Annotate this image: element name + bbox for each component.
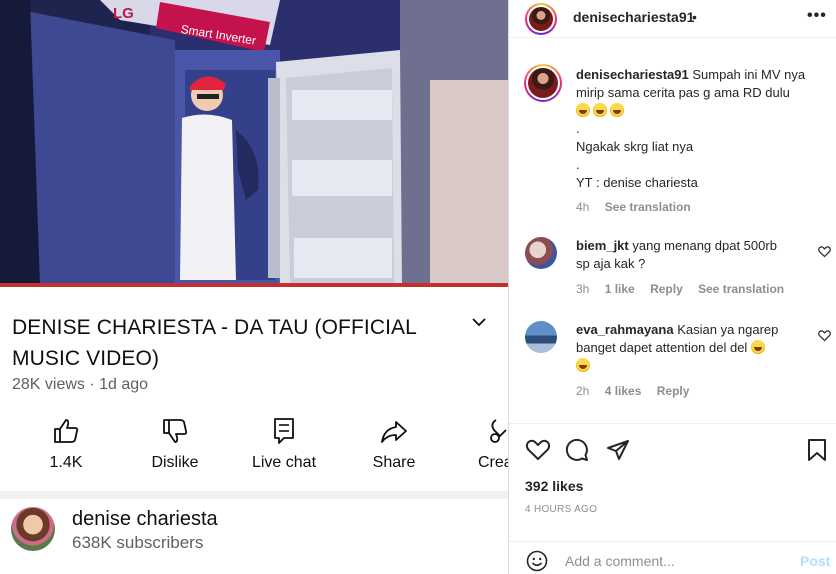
like-heart-icon[interactable] (525, 438, 551, 462)
video-meta: 28K views · 1d ago (12, 376, 149, 393)
post-timestamp: 4 HOURS AGO (525, 504, 598, 515)
thumbs-down-icon (163, 419, 188, 443)
laughing-emoji-icon (593, 103, 607, 117)
more-options-icon[interactable]: ••• (807, 7, 827, 25)
share-label: Share (372, 454, 416, 471)
like-count: 1.4K (49, 454, 83, 471)
video-progress-bar[interactable] (0, 283, 508, 287)
comment-2-line-2: banget dapet attention del del (576, 339, 768, 357)
create-icon (490, 419, 507, 443)
caption-avatar[interactable] (524, 64, 562, 102)
post-header: denisechariesta91 • ••• (509, 0, 836, 38)
action-bar: 1.4K Dislike Live chat Share Cre (0, 416, 508, 480)
caption-emojis (576, 102, 627, 120)
comment-2-line-1: eva_rahmayana Kasian ya ngarep (576, 321, 816, 339)
comment-text-2: banget dapet attention del del (576, 340, 748, 355)
post-actions (509, 423, 836, 473)
caption-text-1: Sumpah ini MV nya (692, 67, 806, 82)
comment-likes[interactable]: 4 likes (605, 384, 642, 398)
comment-input[interactable]: Add a comment... (565, 553, 675, 569)
heart-icon[interactable] (818, 329, 831, 342)
comment-time: 3h (576, 282, 590, 296)
dislike-label: Dislike (151, 454, 199, 471)
comment-2-emoji (576, 357, 593, 375)
comments-list: denisechariesta91 Sumpah ini MV nya miri… (509, 39, 836, 423)
create-button[interactable]: Crea (456, 416, 508, 472)
like-button[interactable]: 1.4K (16, 416, 116, 472)
bookmark-icon[interactable] (807, 438, 827, 462)
channel-name[interactable]: denise chariesta (72, 508, 218, 531)
comment-time: 2h (576, 384, 590, 398)
likes-count[interactable]: 392 likes (525, 478, 583, 494)
chevron-down-icon[interactable] (468, 314, 490, 332)
subscriber-count: 638K subscribers (72, 533, 204, 552)
caption-line-4: YT : denise chariesta (576, 175, 698, 190)
caption-meta: 4h See translation (576, 200, 703, 214)
channel-row[interactable]: denise chariesta 638K subscribers (0, 499, 508, 574)
comment-avatar[interactable] (525, 237, 557, 269)
laughing-emoji-icon (576, 103, 590, 117)
share-direct-icon[interactable] (606, 438, 630, 462)
section-divider (0, 491, 508, 499)
youtube-panel: LG Smart Inverter DENISE CHARIESTA - DA … (0, 0, 508, 574)
svg-text:LG: LG (113, 5, 134, 22)
comment-1-line-1: biem_jkt yang menang dpat 500rb (576, 237, 816, 255)
video-title: DENISE CHARIESTA - DA TAU (OFFICIAL MUSI… (12, 316, 417, 370)
caption-dot-2: . (576, 157, 580, 172)
instagram-panel: denisechariesta91 • ••• denisechariesta9… (508, 0, 836, 574)
channel-avatar[interactable] (11, 507, 55, 551)
caption-dot-1: . (576, 121, 580, 136)
share-button[interactable]: Share (344, 416, 444, 472)
reply-button[interactable]: Reply (650, 282, 683, 296)
caption-line-2: mirip sama cerita pas g ama RD dulu (576, 85, 790, 100)
comment-2-meta: 2h 4 likes Reply (576, 384, 701, 398)
header-dot: • (692, 9, 697, 25)
reply-button[interactable]: Reply (657, 384, 690, 398)
laughing-emoji-icon (750, 340, 765, 354)
comment-text: Kasian ya ngarep (677, 322, 779, 337)
live-chat-button[interactable]: Live chat (234, 416, 334, 472)
dislike-button[interactable]: Dislike (125, 416, 225, 472)
comment-username[interactable]: biem_jkt (576, 238, 629, 253)
video-frame: LG Smart Inverter (0, 0, 508, 287)
comment-1-line-2: sp aja kak ? (576, 256, 646, 271)
add-comment-bar: Add a comment... Post (509, 541, 836, 574)
thumbs-up-icon (54, 419, 79, 443)
laughing-emoji-icon (610, 103, 624, 117)
caption-username[interactable]: denisechariesta91 (576, 67, 689, 82)
heart-icon[interactable] (818, 245, 831, 258)
avatar[interactable] (525, 3, 557, 35)
see-translation-link[interactable]: See translation (605, 200, 691, 214)
emoji-picker-icon[interactable] (526, 550, 548, 572)
laughing-emoji-icon (576, 358, 590, 372)
comment-icon[interactable] (565, 438, 589, 462)
caption-time: 4h (576, 200, 590, 214)
comment-likes[interactable]: 1 like (605, 282, 635, 296)
header-username[interactable]: denisechariesta91 (573, 9, 694, 25)
caption-line-1: denisechariesta91 Sumpah ini MV nya (576, 66, 826, 84)
see-translation-link[interactable]: See translation (698, 282, 784, 296)
comment-avatar[interactable] (525, 321, 557, 353)
comment-text: yang menang dpat 500rb (632, 238, 777, 253)
video-player[interactable]: LG Smart Inverter (0, 0, 508, 287)
caption-line-3: Ngakak skrg liat nya (576, 139, 694, 154)
share-icon (381, 421, 407, 443)
comment-username[interactable]: eva_rahmayana (576, 322, 674, 337)
post-button[interactable]: Post (800, 553, 830, 569)
comment-1-meta: 3h 1 like Reply See translation (576, 282, 796, 296)
live-chat-label: Live chat (251, 454, 317, 471)
live-chat-icon (274, 418, 294, 444)
create-label: Crea (478, 454, 508, 471)
